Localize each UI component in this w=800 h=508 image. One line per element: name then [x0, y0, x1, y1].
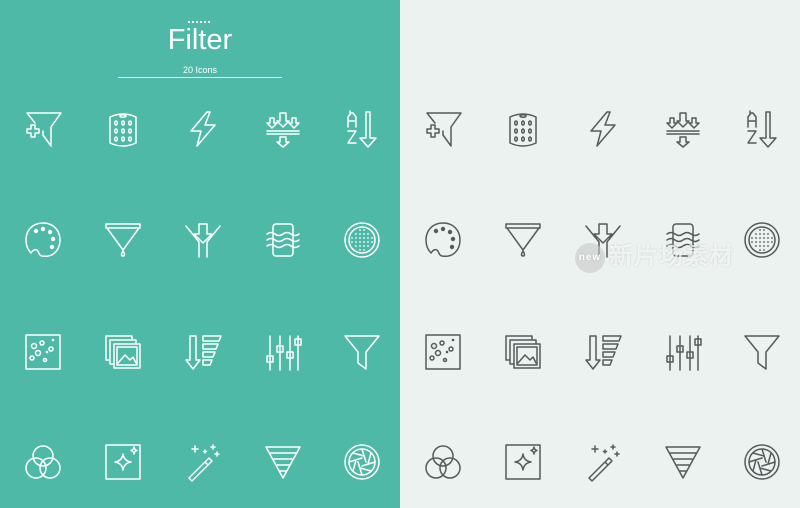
equalizer-icon	[263, 332, 303, 372]
cone-drip-icon	[503, 220, 543, 260]
funnel-icon	[742, 332, 782, 372]
watermark-logo: new	[575, 242, 605, 273]
palette-icon	[423, 220, 463, 260]
lightning-icon	[183, 109, 223, 149]
sort-descending-icon	[583, 332, 623, 372]
watermark-text: 新片场素材	[609, 243, 734, 270]
layered-triangle-icon	[663, 442, 703, 482]
sort-a-z-icon	[342, 109, 382, 149]
funnel-arrow-icon	[183, 220, 223, 260]
sort-a-z-icon	[742, 109, 782, 149]
funnel-icon	[342, 332, 382, 372]
title-dots-decoration	[188, 21, 212, 23]
filter-plus-icon	[423, 109, 463, 149]
equalizer-icon	[663, 332, 703, 372]
water-filter-icon	[263, 220, 303, 260]
sort-descending-icon	[183, 332, 223, 372]
color-circles-icon	[23, 442, 63, 482]
page-title: Filter	[167, 24, 233, 56]
filter-plus-icon	[23, 109, 63, 149]
aperture-icon	[342, 442, 382, 482]
mesh-strainer-icon	[342, 220, 382, 260]
filter-cartridge-icon	[503, 109, 543, 149]
particles-square-icon	[423, 332, 463, 372]
layered-triangle-icon	[263, 442, 303, 482]
photo-stack-icon	[103, 332, 143, 372]
photo-stack-icon	[503, 332, 543, 372]
compress-arrows-icon	[663, 109, 703, 149]
magic-wand-icon	[183, 442, 223, 482]
sparkle-square-icon	[103, 442, 143, 482]
color-circles-icon	[423, 442, 463, 482]
magic-wand-icon	[583, 442, 623, 482]
compress-arrows-icon	[263, 109, 303, 149]
title-divider	[118, 77, 282, 78]
watermark: new 新片场素材	[575, 236, 734, 273]
lightning-icon	[583, 109, 623, 149]
sparkle-square-icon	[503, 442, 543, 482]
particles-square-icon	[23, 332, 63, 372]
mesh-strainer-icon	[742, 220, 782, 260]
palette-icon	[23, 220, 63, 260]
left-panel-colored: Filter 20 Icons	[0, 0, 400, 508]
aperture-icon	[742, 442, 782, 482]
icon-count-subtitle: 20 Icons	[182, 65, 218, 75]
cone-drip-icon	[103, 220, 143, 260]
filter-cartridge-icon	[103, 109, 143, 149]
